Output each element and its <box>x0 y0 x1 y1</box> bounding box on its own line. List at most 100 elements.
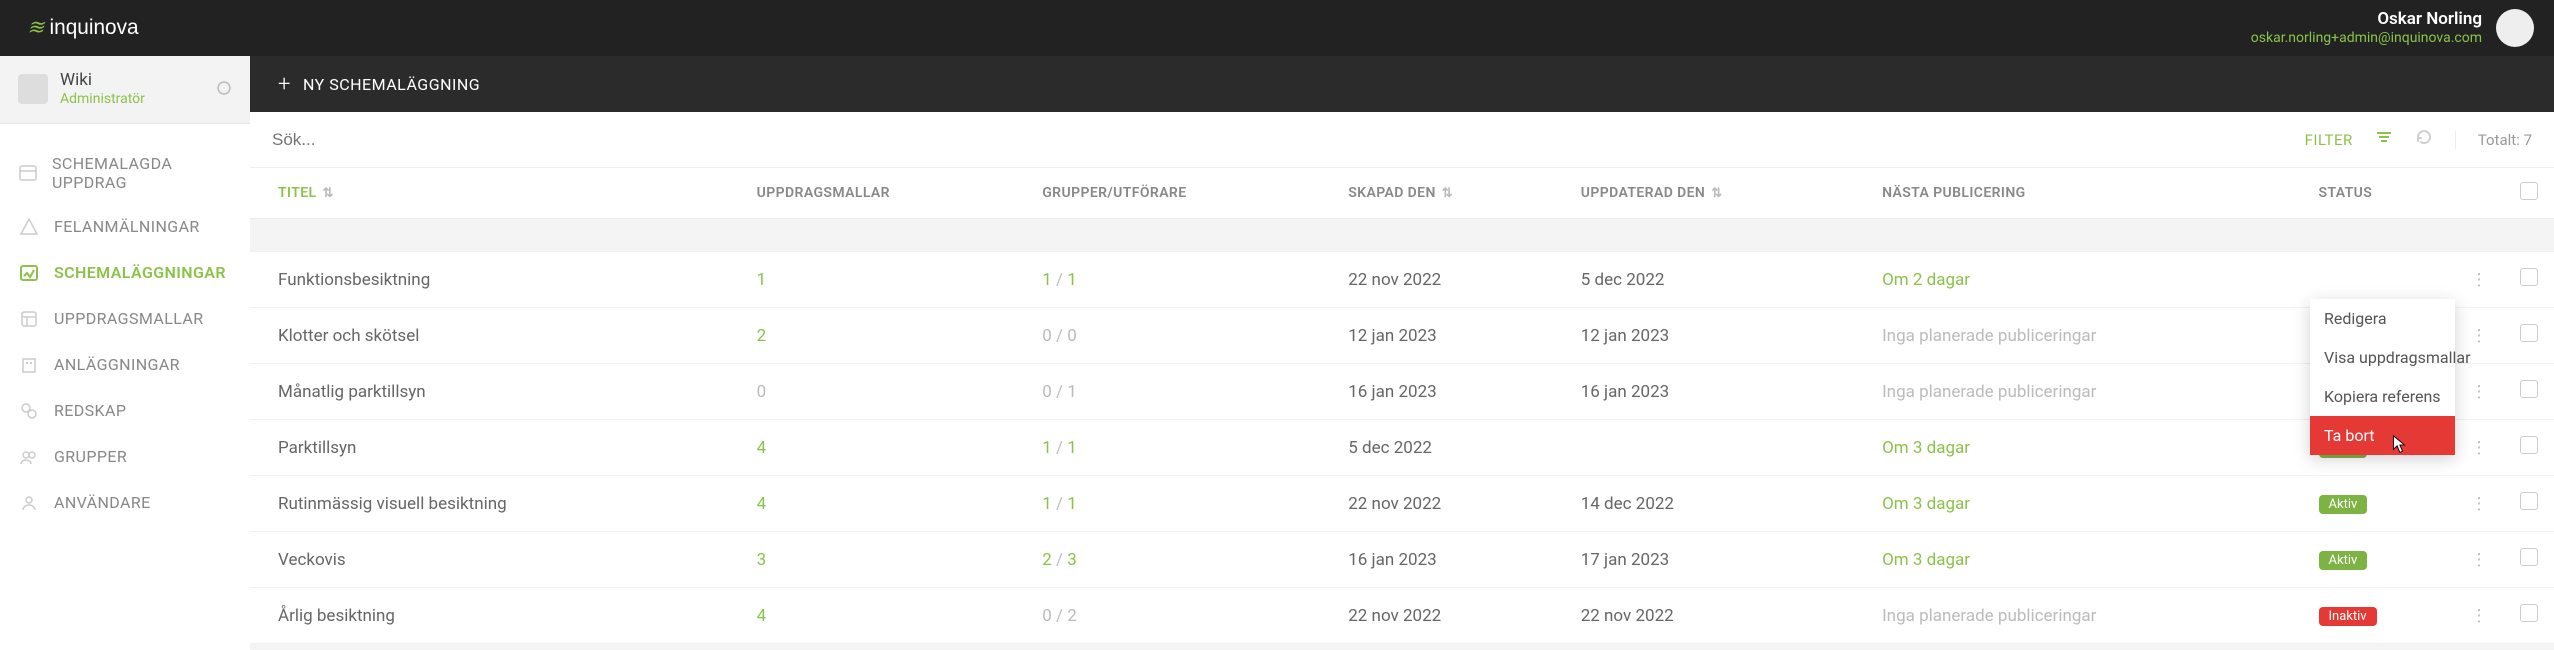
row-checkbox[interactable] <box>2504 532 2554 588</box>
brand-logo[interactable]: ≋inquinova <box>20 15 190 41</box>
schedule-icon <box>18 262 40 284</box>
cell-groups: 0 / 0 <box>1032 308 1338 364</box>
cell-updated: 14 dec 2022 <box>1571 476 1872 532</box>
nav-felanmalningar[interactable]: FELANMÄLNINGAR <box>0 204 250 250</box>
cell-title: Årlig besiktning <box>250 588 747 644</box>
row-more-button[interactable]: ⋮ <box>2454 420 2504 476</box>
row-checkbox[interactable] <box>2504 252 2554 308</box>
status-badge: Aktiv <box>2319 551 2368 570</box>
ctx-delete[interactable]: Ta bort <box>2310 416 2455 455</box>
cell-groups: 0 / 2 <box>1032 588 1338 644</box>
table-row[interactable]: Klotter och skötsel 2 0 / 0 12 jan 2023 … <box>250 308 2554 364</box>
status-badge: Aktiv <box>2319 495 2368 514</box>
cell-groups: 2 / 3 <box>1032 532 1338 588</box>
nav-label: REDSKAP <box>54 401 126 420</box>
sidebar-nav: SCHEMALAGDA UPPDRAG FELANMÄLNINGAR SCHEM… <box>0 124 250 526</box>
nav-label: GRUPPER <box>54 447 127 466</box>
col-title[interactable]: TITEL⇅ <box>250 168 747 219</box>
cell-templates: 1 <box>747 252 1033 308</box>
row-more-button[interactable]: ⋮ <box>2454 476 2504 532</box>
filter-button[interactable]: FILTER <box>2305 131 2353 149</box>
refresh-icon[interactable] <box>2415 128 2433 151</box>
cell-next: Om 3 dagar <box>1872 420 2308 476</box>
nav-label: FELANMÄLNINGAR <box>54 217 200 236</box>
user-name: Oskar Norling <box>2251 9 2482 29</box>
col-select-all[interactable] <box>2504 168 2554 219</box>
row-checkbox[interactable] <box>2504 308 2554 364</box>
row-checkbox[interactable] <box>2504 476 2554 532</box>
ctx-edit[interactable]: Redigera <box>2310 299 2455 338</box>
row-more-button[interactable]: ⋮ <box>2454 252 2504 308</box>
table-row[interactable]: Veckovis 3 2 / 3 16 jan 2023 17 jan 2023… <box>250 532 2554 588</box>
nav-schemalaggningar[interactable]: SCHEMALÄGGNINGAR <box>0 250 250 296</box>
cell-created: 16 jan 2023 <box>1338 364 1570 420</box>
cell-updated: 12 jan 2023 <box>1571 308 1872 364</box>
col-templates[interactable]: UPPDRAGSMALLAR <box>747 168 1033 219</box>
table-row[interactable]: Rutinmässig visuell besiktning 4 1 / 1 2… <box>250 476 2554 532</box>
table-row[interactable]: Funktionsbesiktning 1 1 / 1 22 nov 2022 … <box>250 252 2554 308</box>
cell-templates: 4 <box>747 588 1033 644</box>
cell-status: Aktiv <box>2309 476 2455 532</box>
filter-lines-icon[interactable] <box>2375 128 2393 151</box>
alert-icon <box>18 216 40 238</box>
nav-label: SCHEMALÄGGNINGAR <box>54 263 226 282</box>
template-icon <box>18 308 40 330</box>
col-updated[interactable]: UPPDATERAD DEN⇅ <box>1571 168 1872 219</box>
nav-uppdragsmallar[interactable]: UPPDRAGSMALLAR <box>0 296 250 342</box>
cell-updated: 5 dec 2022 <box>1571 252 1872 308</box>
cell-created: 5 dec 2022 <box>1338 420 1570 476</box>
search-input[interactable] <box>272 130 2261 150</box>
row-more-button[interactable]: ⋮ <box>2454 532 2504 588</box>
col-created[interactable]: SKAPAD DEN⇅ <box>1338 168 1570 219</box>
nav-anvandare[interactable]: ANVÄNDARE <box>0 480 250 526</box>
ctx-copy-ref[interactable]: Kopiera referens <box>2310 377 2455 416</box>
sort-icon: ⇅ <box>323 186 334 201</box>
search-wrap <box>250 129 2283 150</box>
cell-title: Månatlig parktillsyn <box>250 364 747 420</box>
cell-updated <box>1571 420 1872 476</box>
user-email: oskar.norling+admin@inquinova.com <box>2251 30 2482 47</box>
profile-name: Wiki <box>60 70 145 91</box>
cell-next: Inga planerade publiceringar <box>1872 364 2308 420</box>
new-schedule-label: NY SCHEMALÄGGNING <box>303 75 480 94</box>
total-count: Totalt: 7 <box>2455 131 2532 149</box>
row-checkbox[interactable] <box>2504 420 2554 476</box>
nav-redskap[interactable]: REDSKAP <box>0 388 250 434</box>
new-schedule-button[interactable]: + NY SCHEMALÄGGNING <box>278 72 480 97</box>
top-header: ≋inquinova Oskar Norling oskar.norling+a… <box>0 0 2554 56</box>
row-more-button[interactable]: ⋮ <box>2454 588 2504 644</box>
calendar-icon <box>18 162 38 184</box>
col-next[interactable]: NÄSTA PUBLICERING <box>1872 168 2308 219</box>
sidebar-profile[interactable]: Wiki Administratör <box>0 56 250 124</box>
sort-icon: ⇅ <box>1442 186 1453 201</box>
avatar[interactable] <box>2496 9 2534 47</box>
collapse-icon[interactable] <box>216 77 232 101</box>
filter-bar: FILTER Totalt: 7 <box>250 112 2554 168</box>
table-row[interactable]: Månatlig parktillsyn 0 0 / 1 16 jan 2023… <box>250 364 2554 420</box>
table-row[interactable]: Parktillsyn 4 1 / 1 5 dec 2022 Om 3 daga… <box>250 420 2554 476</box>
nav-schemalagda-uppdrag[interactable]: SCHEMALAGDA UPPDRAG <box>0 142 250 204</box>
status-badge: Inaktiv <box>2319 607 2377 626</box>
row-checkbox[interactable] <box>2504 364 2554 420</box>
row-checkbox[interactable] <box>2504 588 2554 644</box>
nav-grupper[interactable]: GRUPPER <box>0 434 250 480</box>
row-more-button[interactable]: ⋮ <box>2454 364 2504 420</box>
col-groups[interactable]: GRUPPER/UTFÖRARE <box>1032 168 1338 219</box>
table-wrap: TITEL⇅ UPPDRAGSMALLAR GRUPPER/UTFÖRARE S… <box>250 168 2554 650</box>
cell-title: Rutinmässig visuell besiktning <box>250 476 747 532</box>
cell-created: 12 jan 2023 <box>1338 308 1570 364</box>
nav-label: SCHEMALAGDA UPPDRAG <box>52 154 232 192</box>
table-row[interactable]: Årlig besiktning 4 0 / 2 22 nov 2022 22 … <box>250 588 2554 644</box>
cell-title: Parktillsyn <box>250 420 747 476</box>
content: + NY SCHEMALÄGGNING FILTER Totalt: 7 <box>250 56 2554 650</box>
cell-groups: 1 / 1 <box>1032 476 1338 532</box>
nav-label: ANLÄGGNINGAR <box>54 355 180 374</box>
nav-anlaggningar[interactable]: ANLÄGGNINGAR <box>0 342 250 388</box>
cell-created: 22 nov 2022 <box>1338 476 1570 532</box>
user-block[interactable]: Oskar Norling oskar.norling+admin@inquin… <box>2251 9 2534 47</box>
col-actions <box>2454 168 2504 219</box>
col-status[interactable]: STATUS <box>2309 168 2455 219</box>
ctx-show-templates[interactable]: Visa uppdragsmallar <box>2310 338 2455 377</box>
user-icon <box>18 492 40 514</box>
cell-next: Om 2 dagar <box>1872 252 2308 308</box>
